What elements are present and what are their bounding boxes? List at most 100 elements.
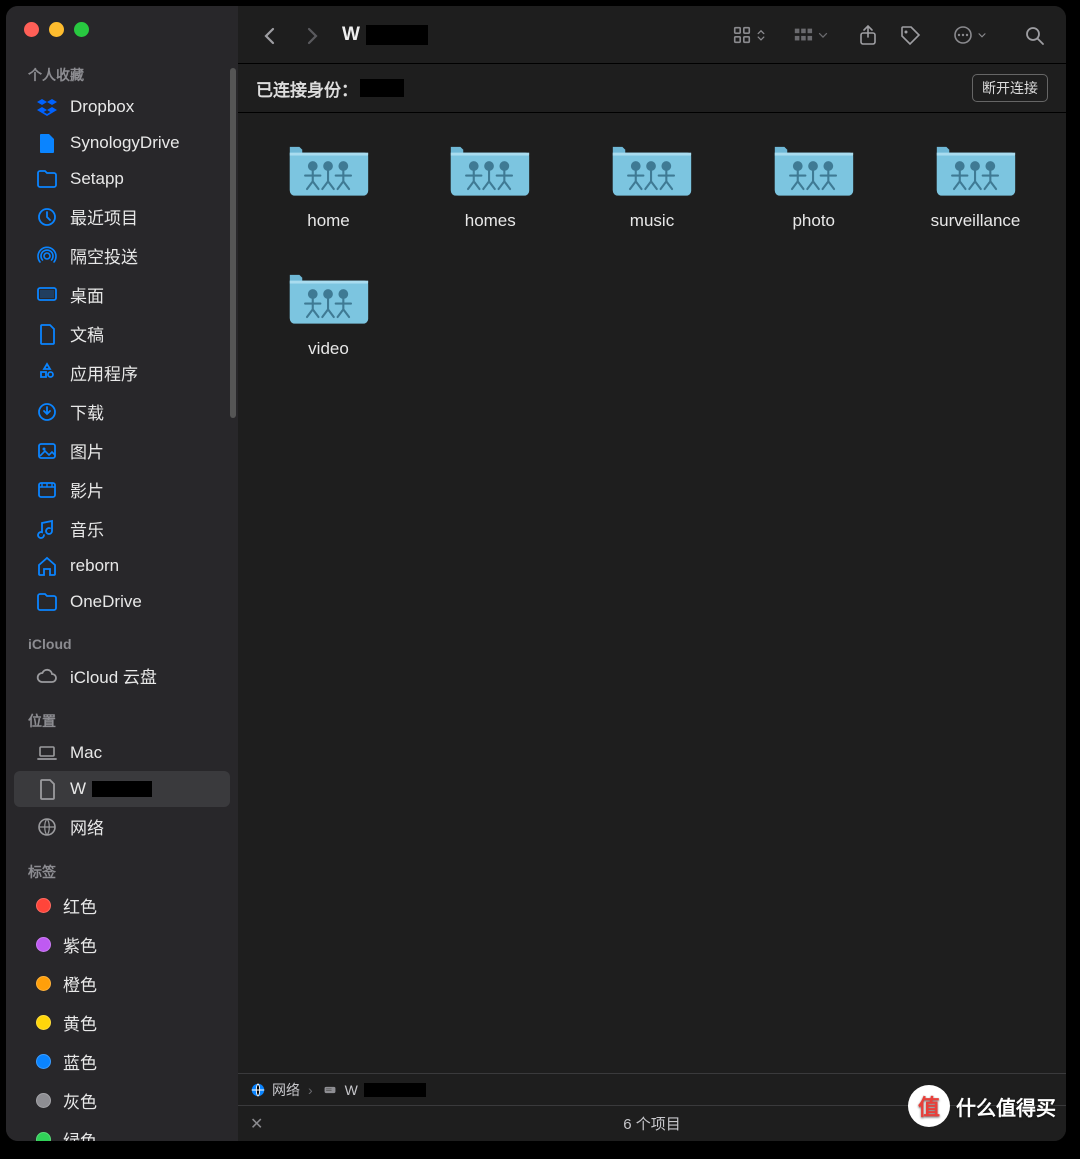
sidebar-tag-item[interactable]: 红色 [14,886,230,925]
content-area[interactable]: home homes musicphoto surveillance video [238,113,1066,1073]
folder-item[interactable]: video [256,261,401,359]
sidebar-tag-item[interactable]: 橙色 [14,964,230,1003]
item-count: 6 个项目 [623,1113,681,1134]
path-label: W [345,1082,358,1098]
sidebar-item-label: 绿色 [63,1127,97,1141]
sidebar-item[interactable]: reborn [14,548,230,584]
sidebar-tag-item[interactable]: 黄色 [14,1003,230,1042]
connection-bar: 已连接身份： 断开连接 [238,64,1066,113]
forward-button[interactable] [294,20,330,50]
sidebar-item-label: 下载 [70,399,104,424]
sidebar-item[interactable]: SynologyDrive [14,125,230,161]
sidebar-item-label: 音乐 [70,516,104,541]
watermark: 值 什么值得买 [908,1085,1056,1127]
sidebar-item[interactable]: 下载 [14,392,230,431]
clock-icon [36,206,58,228]
sidebar-item[interactable]: 最近项目 [14,197,230,236]
sidebar-item[interactable]: 影片 [14,470,230,509]
picture-icon [36,440,58,462]
sidebar-item-label: 蓝色 [63,1049,97,1074]
sidebar-item[interactable]: 应用程序 [14,353,230,392]
folder-item[interactable]: home [256,133,401,231]
sidebar-item[interactable]: W [14,771,230,807]
sidebar-locations-section: 位置 MacW网络 [6,703,238,854]
sidebar-item[interactable]: 隔空投送 [14,236,230,275]
sidebar-item[interactable]: Mac [14,735,230,771]
window-title: W [342,24,428,46]
sidebar-item[interactable]: 图片 [14,431,230,470]
sidebar-item-label: 紫色 [63,932,97,957]
network-folder-icon [609,133,695,201]
folder-item[interactable]: surveillance [903,133,1048,231]
sidebar-heading-tags: 标签 [6,856,238,886]
sidebar-item-label: Setapp [70,169,124,189]
doc-icon [36,323,58,345]
sidebar-heading-favorites: 个人收藏 [6,59,238,89]
sidebar-scrollbar[interactable] [230,68,236,418]
sidebar-icloud-section: iCloud iCloud 云盘 [6,628,238,703]
back-button[interactable] [252,20,288,50]
sidebar-item-label: 影片 [70,477,104,502]
sidebar-tag-item[interactable]: 绿色 [14,1120,230,1141]
folder-item[interactable]: music [580,133,725,231]
folder-item[interactable]: photo [741,133,886,231]
sidebar-item-label: 桌面 [70,282,104,307]
sidebar-item[interactable]: Setapp [14,161,230,197]
folder-label: surveillance [931,211,1021,231]
sidebar-item[interactable]: 文稿 [14,314,230,353]
minimize-window-button[interactable] [49,22,64,37]
tags-button[interactable] [892,20,928,50]
window-controls [6,16,238,57]
network-folder-icon [933,133,1019,201]
chevron-down-icon [816,28,830,42]
sidebar-tag-item[interactable]: 紫色 [14,925,230,964]
search-button[interactable] [1016,20,1052,50]
sidebar-tags-section: 标签 红色紫色橙色黄色蓝色灰色绿色 [6,854,238,1141]
music-icon [36,518,58,540]
sidebar-item[interactable]: OneDrive [14,584,230,620]
tag-color-dot [36,937,51,952]
sidebar-heading-locations: 位置 [6,705,238,735]
folder-grid: home homes musicphoto surveillance video [256,133,1048,359]
doc-icon [36,778,58,800]
status-close-button[interactable]: ✕ [250,1114,263,1134]
view-switcher[interactable] [732,25,768,45]
group-by-menu[interactable] [792,25,830,45]
desktop-icon [36,284,58,306]
tag-color-dot [36,976,51,991]
sidebar-item[interactable]: iCloud 云盘 [14,656,230,695]
zoom-window-button[interactable] [74,22,89,37]
laptop-icon [36,742,58,764]
sidebar-item-label: iCloud 云盘 [70,663,157,688]
updown-icon [754,25,768,45]
folder-label: homes [465,211,516,231]
sidebar-item-label: 红色 [63,893,97,918]
sidebar-item[interactable]: 网络 [14,807,230,846]
home-icon [36,555,58,577]
folder-item[interactable]: homes [418,133,563,231]
folder-icon [36,591,58,613]
sidebar-tag-item[interactable]: 灰色 [14,1081,230,1120]
share-button[interactable] [850,20,886,50]
server-icon [321,1083,339,1097]
close-window-button[interactable] [24,22,39,37]
sidebar-item-label: 灰色 [63,1088,97,1113]
disconnect-button[interactable]: 断开连接 [972,74,1048,102]
finder-window: 个人收藏 Dropbox SynologyDrive Setapp 最近项目隔空投送桌… [6,6,1066,1141]
sidebar-item-label: SynologyDrive [70,133,180,153]
title-redacted [366,25,428,45]
sidebar-item[interactable]: 桌面 [14,275,230,314]
sidebar-item-label: 文稿 [70,321,104,346]
main-pane: W 已连接身份： 断开连接 [238,6,1066,1141]
action-menu[interactable] [952,24,988,46]
path-segment-server[interactable]: W [321,1082,426,1098]
sidebar-tag-item[interactable]: 蓝色 [14,1042,230,1081]
path-segment-network[interactable]: 网络 [250,1080,300,1100]
sidebar-item[interactable]: Dropbox [14,89,230,125]
path-label: 网络 [272,1080,300,1100]
movie-icon [36,479,58,501]
tag-color-dot [36,1054,51,1069]
tag-color-dot [36,898,51,913]
file-icon [36,132,58,154]
sidebar-item[interactable]: 音乐 [14,509,230,548]
